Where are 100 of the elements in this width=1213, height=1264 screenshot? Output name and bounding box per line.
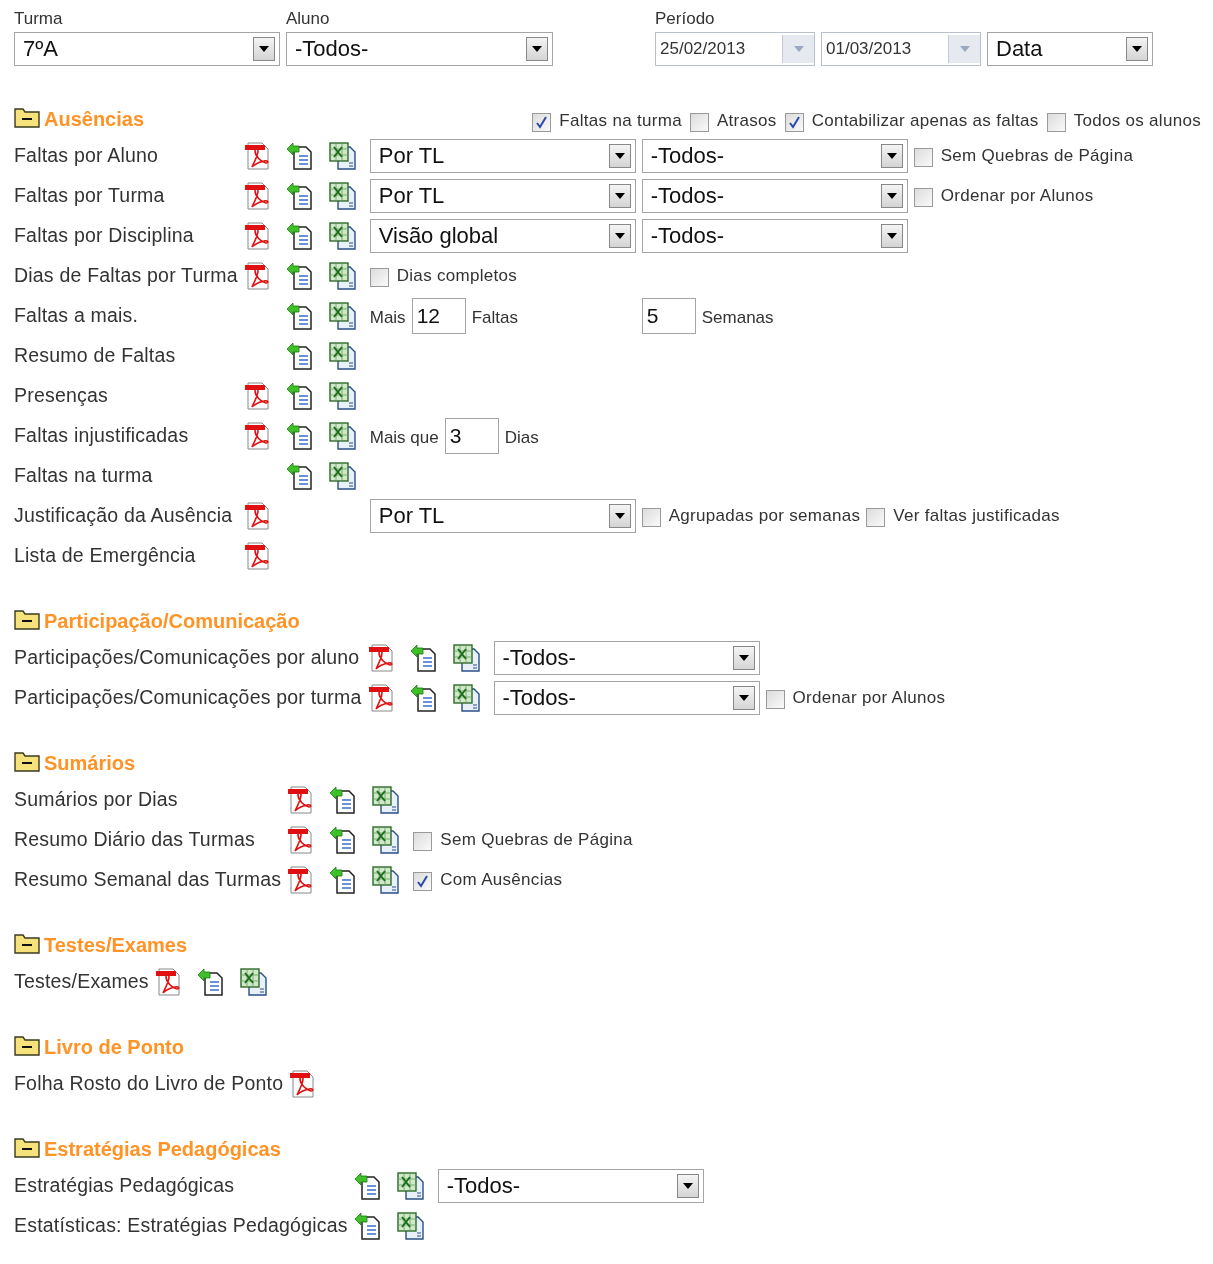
dropdown-select[interactable]: Por TL xyxy=(369,178,636,213)
checkbox-label: Dias completos xyxy=(396,264,518,287)
checkbox[interactable] xyxy=(413,832,433,851)
spreadsheet-icon[interactable] xyxy=(451,682,482,713)
checkbox[interactable] xyxy=(641,508,661,527)
dropdown-select[interactable]: Por TL xyxy=(369,498,636,533)
report-label: Faltas injustificadas xyxy=(14,422,190,448)
checkbox[interactable] xyxy=(369,268,389,287)
document-export-icon[interactable] xyxy=(409,682,438,713)
document-export-icon[interactable] xyxy=(285,220,314,251)
field-label: Mais xyxy=(369,306,406,329)
dropdown-select[interactable]: -Todos- xyxy=(286,31,553,66)
spreadsheet-icon[interactable] xyxy=(451,642,482,673)
checkbox[interactable] xyxy=(784,113,804,133)
checkbox-label: Sem Quebras de Página xyxy=(940,144,1134,167)
section-title: Livro de Ponto xyxy=(44,1034,184,1060)
document-export-icon[interactable] xyxy=(285,420,314,451)
pdf-icon[interactable] xyxy=(243,420,272,451)
spreadsheet-icon[interactable] xyxy=(327,380,358,411)
dropdown-select[interactable]: Visão global xyxy=(369,218,636,253)
checkbox-label: Contabilizar apenas as faltas xyxy=(811,110,1039,132)
document-export-icon[interactable] xyxy=(285,180,314,211)
checkbox[interactable] xyxy=(913,148,933,167)
spreadsheet-icon[interactable] xyxy=(371,824,402,855)
document-export-icon[interactable] xyxy=(329,864,358,895)
number-field[interactable]: 12 xyxy=(411,297,466,334)
dropdown-select[interactable]: Data xyxy=(987,31,1153,66)
checkbox[interactable] xyxy=(532,113,552,133)
spreadsheet-icon[interactable] xyxy=(327,460,358,491)
document-export-icon[interactable] xyxy=(285,380,314,411)
dropdown-select[interactable]: -Todos- xyxy=(641,218,908,253)
spreadsheet-icon[interactable] xyxy=(327,260,358,291)
spreadsheet-icon[interactable] xyxy=(327,300,358,331)
date-field[interactable]: 25/02/2013 xyxy=(655,31,815,66)
pdf-icon[interactable] xyxy=(243,180,272,211)
report-label: Folha Rosto do Livro de Ponto xyxy=(14,1070,285,1096)
folder-icon[interactable] xyxy=(14,1135,40,1158)
dropdown-select[interactable]: -Todos- xyxy=(641,138,908,173)
report-label: Presenças xyxy=(14,382,109,408)
pdf-icon[interactable] xyxy=(243,540,272,571)
pdf-icon[interactable] xyxy=(367,642,396,673)
report-label: Justificação da Ausência xyxy=(14,502,234,528)
spreadsheet-icon[interactable] xyxy=(327,220,358,251)
field-label: Aluno xyxy=(286,8,331,30)
checkbox[interactable] xyxy=(866,508,886,527)
report-label: Faltas por Disciplina xyxy=(14,222,195,248)
spreadsheet-icon[interactable] xyxy=(327,420,358,451)
document-export-icon[interactable] xyxy=(285,260,314,291)
spreadsheet-icon[interactable] xyxy=(327,180,358,211)
checkbox-label: Agrupadas por semanas xyxy=(668,504,861,527)
folder-icon[interactable] xyxy=(14,105,40,128)
spreadsheet-icon[interactable] xyxy=(395,1210,426,1241)
folder-icon[interactable] xyxy=(14,749,40,772)
date-field[interactable]: 01/03/2013 xyxy=(821,31,981,66)
field-label: Faltas xyxy=(471,306,518,329)
spreadsheet-icon[interactable] xyxy=(371,784,402,815)
pdf-icon[interactable] xyxy=(243,380,272,411)
section-title: Testes/Exames xyxy=(44,932,188,958)
dropdown-select[interactable]: -Todos- xyxy=(437,1168,704,1203)
spreadsheet-icon[interactable] xyxy=(371,864,402,895)
pdf-icon[interactable] xyxy=(243,140,272,171)
document-export-icon[interactable] xyxy=(353,1210,382,1241)
folder-icon[interactable] xyxy=(14,607,40,630)
section-title: Estratégias Pedagógicas xyxy=(44,1136,281,1162)
spreadsheet-icon[interactable] xyxy=(327,340,358,371)
pdf-icon[interactable] xyxy=(154,966,183,997)
document-export-icon[interactable] xyxy=(353,1170,382,1201)
checkbox[interactable] xyxy=(1046,113,1066,133)
document-export-icon[interactable] xyxy=(329,784,358,815)
checkbox[interactable] xyxy=(913,188,933,207)
number-field[interactable]: 5 xyxy=(641,297,696,334)
report-label: Faltas por Aluno xyxy=(14,142,160,168)
document-export-icon[interactable] xyxy=(285,340,314,371)
report-label: Resumo de Faltas xyxy=(14,342,177,368)
dropdown-select[interactable]: -Todos- xyxy=(493,680,760,715)
number-field[interactable]: 3 xyxy=(444,417,499,454)
checkbox[interactable] xyxy=(413,872,433,891)
pdf-icon[interactable] xyxy=(367,682,396,713)
dropdown-select[interactable]: -Todos- xyxy=(641,178,908,213)
pdf-icon[interactable] xyxy=(243,500,272,531)
document-export-icon[interactable] xyxy=(409,642,438,673)
dropdown-select[interactable]: Por TL xyxy=(369,138,636,173)
document-export-icon[interactable] xyxy=(196,966,225,997)
spreadsheet-icon[interactable] xyxy=(238,966,269,997)
document-export-icon[interactable] xyxy=(285,140,314,171)
dropdown-select[interactable]: 7ºA xyxy=(14,31,280,66)
document-export-icon[interactable] xyxy=(329,824,358,855)
report-label: Dias de Faltas por Turma xyxy=(14,262,239,288)
pdf-icon[interactable] xyxy=(243,260,272,291)
spreadsheet-icon[interactable] xyxy=(327,140,358,171)
document-export-icon[interactable] xyxy=(285,300,314,331)
pdf-icon[interactable] xyxy=(243,220,272,251)
checkbox[interactable] xyxy=(765,690,785,709)
document-export-icon[interactable] xyxy=(285,460,314,491)
dropdown-select[interactable]: -Todos- xyxy=(493,640,760,675)
report-label: Estatísticas: Estratégias Pedagógicas xyxy=(14,1212,349,1238)
checkbox[interactable] xyxy=(689,113,709,133)
folder-icon[interactable] xyxy=(14,1033,40,1056)
spreadsheet-icon[interactable] xyxy=(395,1170,426,1201)
folder-icon[interactable] xyxy=(14,931,40,954)
